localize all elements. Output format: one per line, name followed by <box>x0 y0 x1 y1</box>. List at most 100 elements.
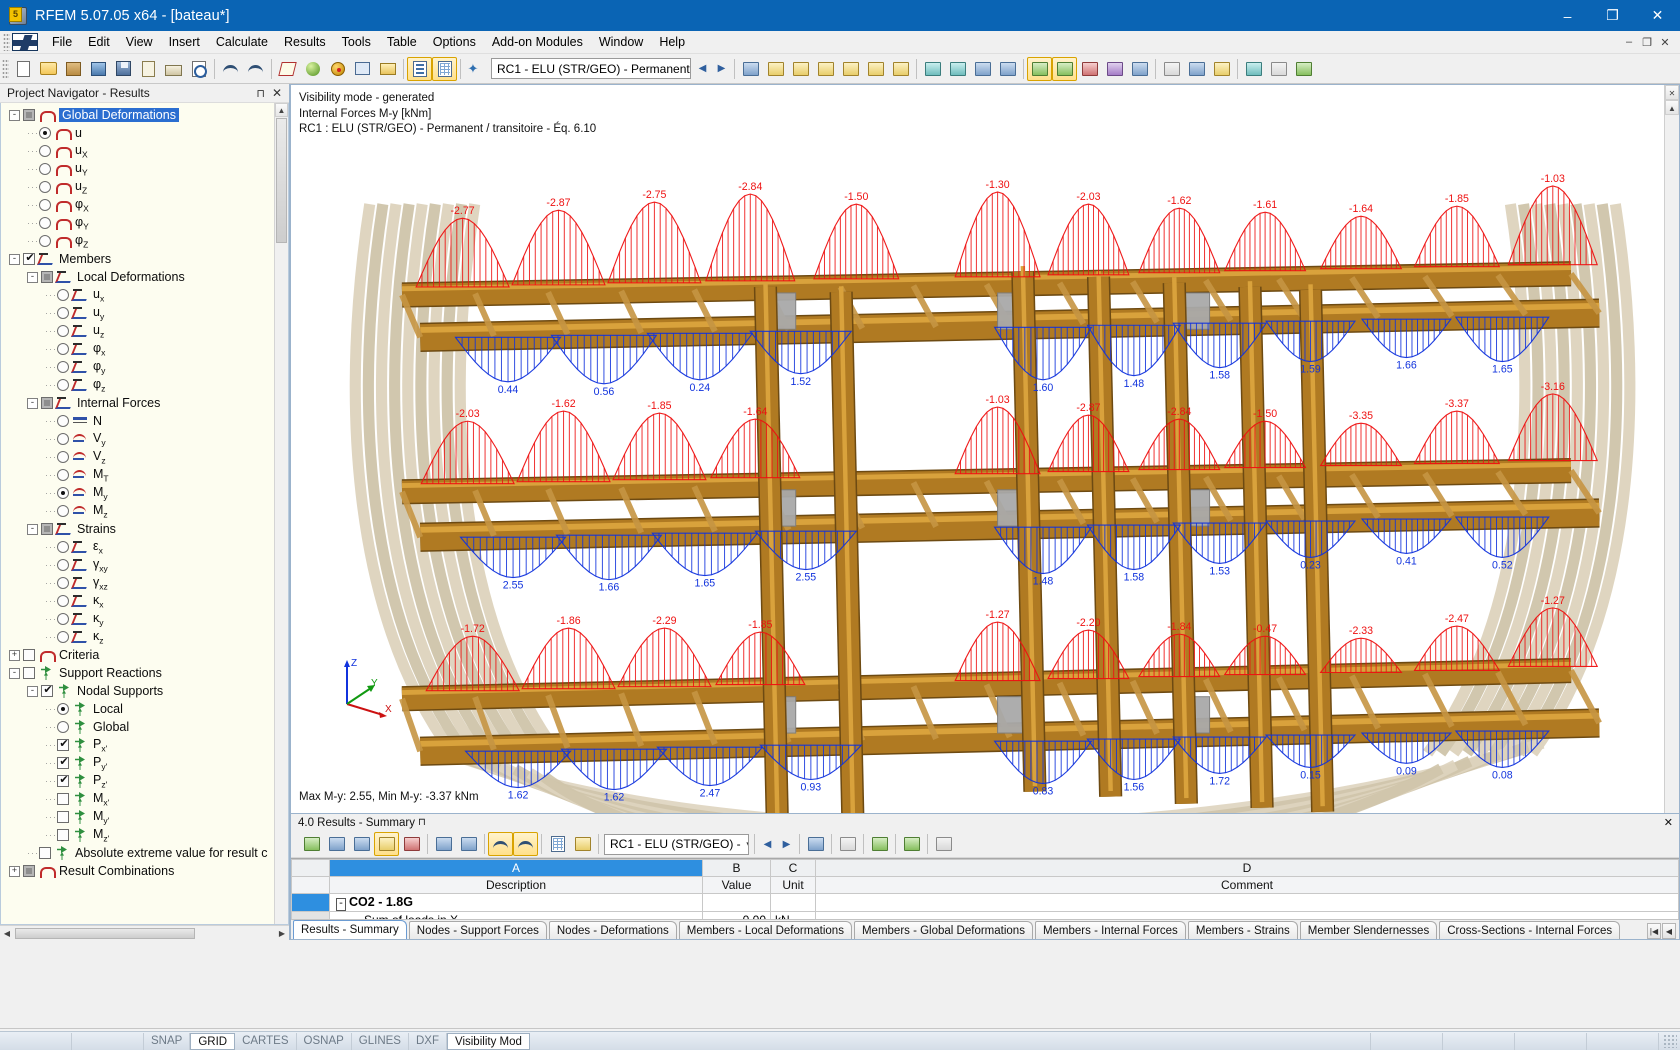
column-header-a[interactable]: A <box>329 859 703 877</box>
tree-item-local-deformations[interactable]: - Local Deformations <box>1 268 288 286</box>
menu-item-view[interactable]: View <box>118 32 161 53</box>
snap-toggle-glines[interactable]: GLINES <box>352 1032 409 1050</box>
table-list-icon[interactable] <box>407 56 432 81</box>
result-3-icon[interactable] <box>1077 57 1102 81</box>
viewport-scroll-up-icon[interactable]: ✕ <box>1665 85 1679 100</box>
radio-button[interactable] <box>57 325 69 337</box>
collapse-icon[interactable]: - <box>27 271 38 283</box>
results-tab-members-strains[interactable]: Members - Strains <box>1187 921 1298 939</box>
tree-item-local[interactable]: ··· Local <box>1 700 288 718</box>
next-load-case-button[interactable]: ▶ <box>712 58 731 79</box>
tree-item-global[interactable]: ··· Global <box>1 718 288 736</box>
tree-item-px[interactable]: ··· Px' <box>1 736 288 754</box>
results-table-wrapper[interactable]: A B C D Description Value Unit Comment -… <box>291 858 1679 919</box>
tab-first-icon[interactable]: |◀ <box>1647 923 1661 939</box>
tree-item-uy[interactable]: ··· uY <box>1 160 288 178</box>
expand-icon[interactable]: + <box>9 865 20 877</box>
tree-item-n[interactable]: ··· N <box>1 412 288 430</box>
tree-item-xy[interactable]: ··· γxy <box>1 556 288 574</box>
snap-toggle-osnap[interactable]: OSNAP <box>297 1032 352 1050</box>
results-tab-member-slendernesses[interactable]: Member Slendernesses <box>1299 921 1438 939</box>
table-delete-icon[interactable] <box>349 832 374 856</box>
cell-description[interactable]: - CO2 - 1.8G <box>329 893 703 912</box>
redo-icon[interactable] <box>243 57 268 81</box>
results-tab-members-local-deformations[interactable]: Members - Local Deformations <box>678 921 852 939</box>
tree-item-vz[interactable]: ··· Vz <box>1 448 288 466</box>
cell-unit[interactable]: kN <box>770 911 816 919</box>
menu-item-edit[interactable]: Edit <box>80 32 118 53</box>
tree-item-mx[interactable]: ··· Mx' <box>1 790 288 808</box>
tree-item-x[interactable]: ··· κx <box>1 592 288 610</box>
tool-2-icon[interactable] <box>1184 57 1209 81</box>
tree-item-nodal-supports[interactable]: - Nodal Supports <box>1 682 288 700</box>
menu-item-calculate[interactable]: Calculate <box>208 32 276 53</box>
radio-button[interactable] <box>57 613 69 625</box>
checkbox-partial[interactable] <box>23 109 35 121</box>
results-tab-nodes-support-forces[interactable]: Nodes - Support Forces <box>408 921 547 939</box>
table-prev-button[interactable]: ◀ <box>758 834 777 855</box>
radio-button[interactable] <box>39 235 51 247</box>
scroll-up-icon[interactable]: ▲ <box>275 103 288 117</box>
tree-item-u[interactable]: ··· u <box>1 124 288 142</box>
load-case-selector[interactable]: RC1 - ELU (STR/GEO) - Permanent / trar ▼ <box>491 58 691 79</box>
tree-item-py[interactable]: ··· Py' <box>1 754 288 772</box>
table-green-icon[interactable] <box>299 832 324 856</box>
row-header-cell[interactable] <box>291 911 330 919</box>
checkbox[interactable] <box>57 811 69 823</box>
radio-button[interactable] <box>39 199 51 211</box>
tree-item-result-combinations[interactable]: + Result Combinations <box>1 862 288 880</box>
cell-value[interactable]: 0.00 <box>702 911 771 919</box>
tree-item-uz[interactable]: ··· uz <box>1 322 288 340</box>
grid-2-icon[interactable] <box>763 57 788 81</box>
collapse-icon[interactable]: - <box>9 667 20 679</box>
table-row[interactable]: - CO2 - 1.8G <box>291 893 1679 912</box>
checkbox[interactable] <box>57 829 69 841</box>
checkbox[interactable] <box>39 847 51 859</box>
select-plus-icon[interactable] <box>350 57 375 81</box>
collapse-icon[interactable]: - <box>27 397 38 409</box>
tree-item-z[interactable]: ··· φZ <box>1 232 288 250</box>
menu-item-addon-modules[interactable]: Add-on Modules <box>484 32 591 53</box>
tree-item-vy[interactable]: ··· Vy <box>1 430 288 448</box>
table-edit-icon[interactable] <box>570 832 595 856</box>
zoom-1-icon[interactable] <box>1241 57 1266 81</box>
new-load-case-icon[interactable]: ✦ <box>464 57 489 81</box>
scroll-left-icon[interactable]: ◀ <box>0 929 14 938</box>
menu-item-table[interactable]: Table <box>379 32 425 53</box>
tree-item-criteria[interactable]: + Criteria <box>1 646 288 664</box>
table-view-icon[interactable] <box>545 832 570 856</box>
tree-item-uz[interactable]: ··· uZ <box>1 178 288 196</box>
grid-7-icon[interactable] <box>888 57 913 81</box>
table-insert-icon[interactable] <box>324 832 349 856</box>
radio-button[interactable] <box>57 451 69 463</box>
open-folder-icon[interactable] <box>36 57 61 81</box>
zoom-2-icon[interactable] <box>1266 57 1291 81</box>
mdi-minimize-button[interactable]: – <box>1620 36 1638 49</box>
cell-comment[interactable] <box>815 911 1679 919</box>
cell-unit[interactable] <box>770 893 816 912</box>
column-header-c[interactable]: C <box>770 859 816 877</box>
menu-item-insert[interactable]: Insert <box>161 32 208 53</box>
render-rhomb-icon[interactable] <box>275 57 300 81</box>
tree-item-y[interactable]: ··· φY <box>1 214 288 232</box>
radio-button[interactable] <box>39 181 51 193</box>
results-tab-nodes-deformations[interactable]: Nodes - Deformations <box>548 921 677 939</box>
export-excel-icon[interactable] <box>899 832 924 856</box>
print-preview-icon[interactable] <box>186 57 211 81</box>
view-1-icon[interactable] <box>920 57 945 81</box>
zoom-3-icon[interactable] <box>1291 57 1316 81</box>
save-as-icon[interactable] <box>86 57 111 81</box>
undo-icon[interactable] <box>218 57 243 81</box>
table-grid-icon[interactable] <box>432 56 457 81</box>
tree-item-global-deformations[interactable]: - Global Deformations <box>1 106 288 124</box>
results-tab-results-summary[interactable]: Results - Summary <box>293 920 407 939</box>
mdi-close-button[interactable]: ✕ <box>1656 36 1674 49</box>
hscroll-thumb[interactable] <box>15 928 195 939</box>
checkbox-partial[interactable] <box>41 271 53 283</box>
pin-icon[interactable]: ⊓ <box>415 817 429 828</box>
results-tab-members-global-deformations[interactable]: Members - Global Deformations <box>853 921 1033 939</box>
next-table-icon[interactable] <box>456 832 481 856</box>
checkbox-checked[interactable] <box>57 755 70 769</box>
print-icon[interactable] <box>161 57 186 81</box>
menu-grip-handle[interactable] <box>3 33 10 51</box>
